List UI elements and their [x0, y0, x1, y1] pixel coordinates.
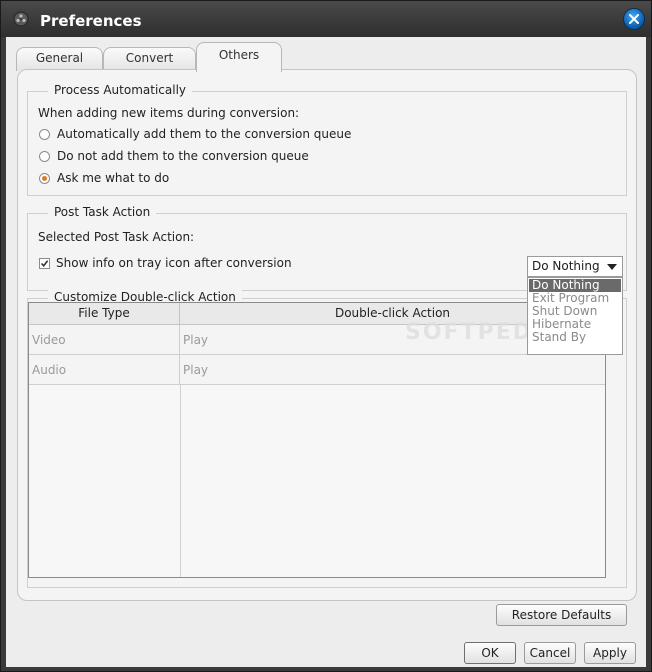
table-cell-action[interactable]: Play	[180, 355, 605, 385]
group-title: Post Task Action	[48, 205, 157, 219]
post-task-label: Selected Post Task Action:	[38, 230, 195, 244]
ok-button[interactable]: OK	[464, 642, 516, 664]
process-automatically-group: Process Automatically When adding new it…	[27, 83, 627, 196]
cancel-button[interactable]: Cancel	[524, 642, 576, 664]
apply-button[interactable]: Apply	[584, 642, 636, 664]
chevron-down-icon[interactable]	[607, 264, 617, 270]
radio-do-not-add-label[interactable]: Do not add them to the conversion queue	[57, 149, 309, 163]
column-divider	[180, 385, 181, 577]
title-bar[interactable]: Preferences	[1, 1, 651, 37]
column-header-file-type[interactable]: File Type	[29, 303, 180, 325]
preferences-window: Preferences General Convert Others SOFTP…	[0, 0, 652, 672]
post-task-dropdown-list: Do Nothing Exit Program Shut Down Hibern…	[527, 277, 623, 355]
post-task-select[interactable]: Do Nothing	[527, 256, 623, 277]
radio-ask-me[interactable]	[39, 173, 50, 184]
group-title: Process Automatically	[48, 83, 192, 97]
window-title: Preferences	[40, 12, 142, 30]
dialog-client: General Convert Others SOFTPEDIA Process…	[6, 37, 646, 667]
radio-ask-me-label[interactable]: Ask me what to do	[57, 171, 169, 185]
close-button[interactable]	[623, 8, 645, 30]
close-icon	[629, 14, 639, 24]
dropdown-option-stand-by[interactable]: Stand By	[529, 331, 621, 344]
show-info-label[interactable]: Show info on tray icon after conversion	[56, 256, 292, 270]
tab-others[interactable]: Others	[196, 42, 282, 72]
radio-do-not-add[interactable]	[39, 151, 50, 162]
app-icon	[13, 11, 29, 27]
radio-auto-add[interactable]	[39, 129, 50, 140]
tab-panel-others: SOFTPEDIA Process Automatically When add…	[17, 69, 637, 626]
checkmark-icon	[40, 260, 49, 268]
post-task-select-value: Do Nothing	[532, 259, 600, 273]
table-cell-file-type[interactable]: Audio	[29, 355, 180, 385]
process-prompt: When adding new items during conversion:	[38, 106, 300, 120]
table-cell-file-type[interactable]: Video	[29, 325, 180, 355]
restore-defaults-button[interactable]: Restore Defaults	[496, 604, 627, 626]
tab-convert[interactable]: Convert	[103, 47, 196, 71]
tab-general[interactable]: General	[16, 47, 103, 71]
radio-auto-add-label[interactable]: Automatically add them to the conversion…	[57, 127, 351, 141]
show-info-checkbox[interactable]	[39, 258, 50, 269]
